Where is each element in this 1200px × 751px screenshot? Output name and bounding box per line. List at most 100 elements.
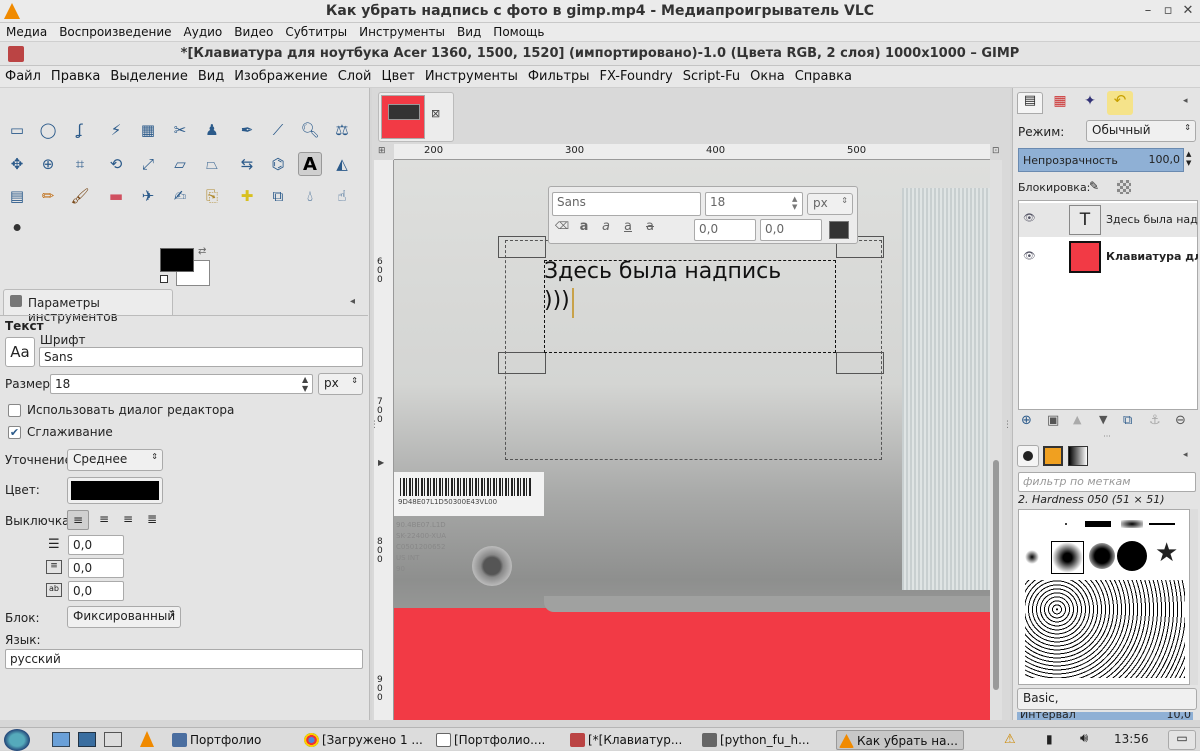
browser-icon[interactable]	[78, 732, 96, 747]
image-canvas[interactable]: 9D48E07L1D50300E43VL00 90.4BE07.L1D SK-2…	[394, 160, 990, 720]
patterns-tab-icon[interactable]	[1043, 446, 1063, 466]
vlc-menu-item[interactable]: Вид	[451, 25, 487, 39]
canvas-text-line1[interactable]: Здесь была надпись	[544, 259, 781, 284]
vlc-launcher-icon[interactable]	[140, 731, 154, 747]
gimp-menu-item[interactable]: Правка	[46, 69, 105, 84]
smudge-icon[interactable]: ☝	[330, 184, 354, 208]
resize-handle[interactable]: ⋮	[370, 420, 379, 430]
lock-alpha-icon[interactable]	[1117, 180, 1131, 194]
volume-icon[interactable]: 🔊︎	[1080, 731, 1088, 746]
baseline-input[interactable]: 0,0	[694, 219, 756, 241]
tool-options-tab[interactable]: Параметры инструментов	[3, 289, 173, 324]
show-desktop-icon[interactable]: ▭	[1168, 730, 1196, 750]
new-layer-icon[interactable]: ⊕	[1021, 413, 1032, 428]
text-color-button[interactable]	[67, 477, 163, 504]
gimp-menu-item[interactable]: Инструменты	[420, 69, 523, 84]
ink-icon[interactable]: ✍	[168, 184, 192, 208]
rect-select-icon[interactable]: ▭	[5, 118, 29, 142]
shear-icon[interactable]: ▱	[168, 152, 192, 176]
overlay-color-button[interactable]	[829, 221, 849, 239]
opacity-slider[interactable]: Непрозрачность 100,0	[1018, 148, 1184, 172]
selected-brush[interactable]	[1051, 541, 1084, 574]
text-tool-icon[interactable]: A	[298, 152, 322, 176]
justify-fill-icon[interactable]: ≣	[141, 510, 163, 530]
taskbar-item[interactable]: [Загружено 1 ...	[302, 730, 430, 750]
hinting-select[interactable]: Среднее ⇕	[67, 449, 163, 471]
line-spacing-input[interactable]: 0,0	[68, 558, 124, 578]
blur-icon[interactable]: 💧︎	[298, 184, 322, 208]
letter-spacing-input[interactable]: 0,0	[68, 581, 124, 601]
mode-select[interactable]: Обычный ⇕	[1086, 120, 1196, 142]
use-editor-checkbox[interactable]	[8, 404, 21, 417]
scale-icon[interactable]: ⤢	[136, 152, 160, 176]
flip-icon[interactable]: ⇆	[235, 152, 259, 176]
foreground-color-swatch[interactable]	[160, 248, 194, 272]
justify-center-icon[interactable]: ≡	[117, 510, 139, 530]
anchor-icon[interactable]: ⚓	[1149, 413, 1161, 428]
gimp-menu-item[interactable]: Справка	[790, 69, 857, 84]
gimp-menu-item[interactable]: Script-Fu	[678, 69, 745, 84]
undo-history-tab-icon[interactable]: ↶	[1107, 91, 1133, 115]
zoom-icon[interactable]: 🔍︎	[298, 118, 322, 142]
taskbar-item[interactable]: Портфолио	[170, 730, 298, 750]
layer-name[interactable]: Клавиатура для ноутбука	[1106, 250, 1198, 263]
interval-slider[interactable]: Интервал 10,0	[1017, 712, 1193, 720]
gimp-menu-item[interactable]: FX-Foundry	[595, 69, 678, 84]
color-picker-icon[interactable]: ⟋	[266, 118, 290, 142]
channels-tab-icon[interactable]: ▦	[1047, 93, 1073, 115]
justify-left-icon[interactable]: ≡	[67, 510, 89, 530]
minimize-icon[interactable]: –	[1140, 3, 1156, 19]
tag-filter-input[interactable]: фильтр по меткам	[1018, 472, 1196, 492]
bucket-fill-icon[interactable]: ◭	[330, 152, 354, 176]
gradients-tab-icon[interactable]	[1068, 446, 1088, 466]
eye-icon[interactable]: 👁︎	[1023, 251, 1036, 262]
strikethrough-icon[interactable]: a	[641, 219, 659, 237]
language-input[interactable]: русский	[5, 649, 363, 669]
paths-tab-icon[interactable]: ✦	[1077, 93, 1103, 115]
delete-layer-icon[interactable]: ⊖	[1175, 413, 1186, 428]
vlc-menu-item[interactable]: Аудио	[178, 25, 229, 39]
taskbar-item[interactable]: [python_fu_h...	[700, 730, 828, 750]
fuzzy-select-icon[interactable]: ⚡	[104, 118, 128, 142]
antialias-checkbox[interactable]: ✔	[8, 426, 21, 439]
perspective-icon[interactable]: ⏢	[200, 152, 224, 176]
taskbar-item-active[interactable]: Как убрать на...	[836, 730, 964, 750]
gimp-menu-item[interactable]: Вид	[193, 69, 229, 84]
files-icon[interactable]	[52, 732, 70, 747]
vlc-menu-item[interactable]: Субтитры	[279, 25, 353, 39]
layer-row[interactable]: 👁︎ Клавиатура для ноутбука	[1019, 239, 1198, 275]
zoom-nav-icon[interactable]: ⊡	[992, 146, 1000, 156]
rotate-icon[interactable]: ⟲	[104, 152, 128, 176]
terminal-icon[interactable]	[104, 732, 122, 747]
airbrush-icon[interactable]: ✈	[136, 184, 160, 208]
align-icon[interactable]: ⊕	[36, 152, 60, 176]
brush-grid[interactable]: ★	[1018, 509, 1190, 685]
maximize-icon[interactable]: ▫	[1160, 3, 1176, 19]
pencil-icon[interactable]: ✏	[36, 184, 60, 208]
vlc-menu-item[interactable]: Медиа	[0, 25, 53, 39]
layer-row[interactable]: 👁︎ T Здесь была надпись	[1019, 203, 1198, 237]
size-spinner-icon[interactable]: ▲ ▼	[302, 375, 308, 393]
clone-icon[interactable]: ⎘	[200, 184, 224, 208]
vertical-scrollbar[interactable]	[990, 160, 1002, 720]
gimp-menu-item[interactable]: Фильтры	[523, 69, 595, 84]
resize-handle[interactable]: ⋮	[1003, 420, 1012, 430]
size-input[interactable]: 18	[50, 374, 313, 394]
size-unit-select[interactable]: px ⇕	[318, 373, 363, 395]
gimp-menu-item[interactable]: Выделение	[105, 69, 192, 84]
clear-style-icon[interactable]: ⌫	[553, 221, 571, 239]
duplicate-layer-icon[interactable]: ⧉	[1123, 413, 1132, 428]
vlc-menu-item[interactable]: Помощь	[487, 25, 550, 39]
lower-layer-icon[interactable]: ▼	[1099, 413, 1107, 426]
dodge-burn-icon[interactable]: ⚫	[5, 216, 29, 240]
dock-menu-icon[interactable]: ◂	[1183, 96, 1188, 106]
paths-icon[interactable]: ✒	[235, 118, 259, 142]
raise-layer-icon[interactable]: ▲	[1073, 413, 1081, 426]
quick-mask-icon[interactable]: ⊞	[378, 146, 386, 156]
gimp-menu-item[interactable]: Файл	[0, 69, 46, 84]
panel-menu-icon[interactable]: ◂	[350, 296, 355, 307]
crop-icon[interactable]: ⌗	[68, 152, 92, 176]
brushes-menu-icon[interactable]: ◂	[1183, 450, 1188, 460]
brush-preset-select[interactable]: Basic,	[1017, 688, 1197, 710]
vlc-menu-item[interactable]: Видео	[228, 25, 279, 39]
